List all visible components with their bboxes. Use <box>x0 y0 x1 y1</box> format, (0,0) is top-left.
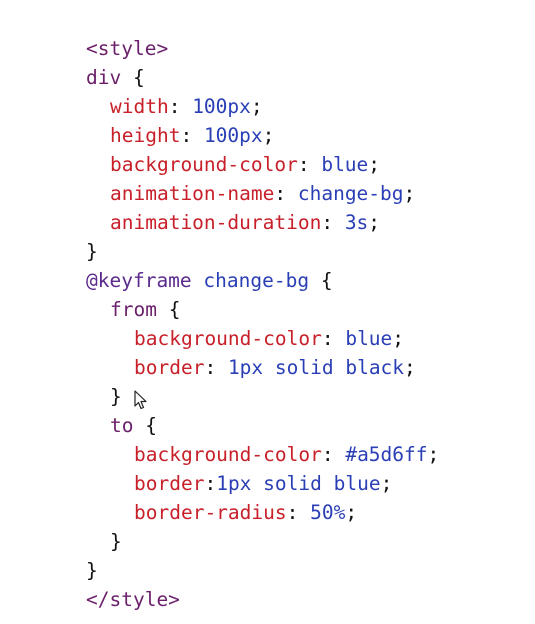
semicolon: ; <box>427 443 440 466</box>
property-value: 3s <box>344 211 369 234</box>
property-name: animation-duration <box>110 211 322 234</box>
code-line-to-background-color: background-color: #a5d6ff; <box>86 440 516 469</box>
close-brace: } <box>110 530 122 553</box>
property-value: 100px <box>192 95 251 118</box>
code-line-keyframe: @keyframe change-bg { <box>86 266 516 295</box>
code-line-div-selector: div { <box>86 63 516 92</box>
colon: : <box>321 327 346 350</box>
semicolon: ; <box>392 327 405 350</box>
colon: : <box>321 443 346 466</box>
to-selector: to <box>110 414 134 437</box>
colon: : <box>286 501 311 524</box>
code-line-to-close: } <box>86 527 516 556</box>
property-name: background-color <box>110 153 298 176</box>
semicolon: ; <box>368 211 381 234</box>
semicolon: ; <box>368 153 381 176</box>
semicolon: ; <box>403 182 416 205</box>
colon: : <box>204 472 217 495</box>
property-value: #a5d6ff <box>345 443 428 466</box>
code-line-to-border: border:1px solid blue; <box>86 469 516 498</box>
close-brace: } <box>110 385 122 408</box>
open-brace: { <box>156 298 181 321</box>
colon: : <box>204 356 228 379</box>
code-line-height: height: 100px; <box>86 121 516 150</box>
semicolon: ; <box>262 124 275 147</box>
property-value: 100px <box>203 124 263 147</box>
close-brace: } <box>86 559 98 582</box>
keyframe-name: change-bg <box>191 269 310 292</box>
semicolon: ; <box>345 501 358 524</box>
property-value: blue <box>321 153 369 176</box>
open-brace: { <box>121 66 145 89</box>
code-line-animation-name: animation-name: change-bg; <box>86 179 516 208</box>
code-line-to-border-radius: border-radius: 50%; <box>86 498 516 527</box>
code-line-from-border: border: 1px solid black; <box>86 353 516 382</box>
colon: : <box>274 182 298 205</box>
code-line-from-close: } <box>86 382 516 411</box>
property-value: blue <box>345 327 393 350</box>
semicolon: ; <box>380 472 393 495</box>
code-line-from: from { <box>86 295 516 324</box>
code-line-background-color: background-color: blue; <box>86 150 516 179</box>
colon: : <box>297 153 322 176</box>
from-selector: from <box>110 298 157 321</box>
style-close-tag: </style> <box>86 588 180 611</box>
code-line-animation-duration: animation-duration: 3s; <box>86 208 516 237</box>
colon: : <box>168 95 193 118</box>
code-view: <style> div { width: 100px; height: 100p… <box>86 34 516 614</box>
property-value: 50% <box>310 501 346 524</box>
code-line-keyframe-close: } <box>86 556 516 585</box>
property-value: change-bg <box>297 182 404 205</box>
code-line-from-background-color: background-color: blue; <box>86 324 516 353</box>
code-line-div-close: } <box>86 237 516 266</box>
property-name: background-color <box>134 327 322 350</box>
code-line-style-close: </style> <box>86 585 516 614</box>
code-line-to: to { <box>86 411 516 440</box>
property-name: height <box>110 124 181 147</box>
close-brace: } <box>86 240 98 263</box>
property-name: animation-name <box>110 182 275 205</box>
div-selector: div <box>86 66 122 89</box>
open-brace: { <box>309 269 333 292</box>
colon: : <box>180 124 204 147</box>
property-name: border <box>134 356 205 379</box>
mouse-pointer-icon <box>134 390 147 410</box>
style-open-tag: <style> <box>86 37 169 60</box>
code-line-width: width: 100px; <box>86 92 516 121</box>
colon: : <box>321 211 345 234</box>
semicolon: ; <box>404 356 416 379</box>
property-name: width <box>110 95 169 118</box>
property-name: background-color <box>134 443 322 466</box>
semicolon: ; <box>250 95 263 118</box>
keyframe-keyword: @keyframe <box>86 269 192 292</box>
property-value: 1px solid blue <box>216 472 381 495</box>
property-name: border-radius <box>134 501 287 524</box>
code-line-style-open: <style> <box>86 34 516 63</box>
property-value: 1px solid black <box>227 356 405 379</box>
property-name: border <box>134 472 205 495</box>
open-brace: { <box>133 414 157 437</box>
